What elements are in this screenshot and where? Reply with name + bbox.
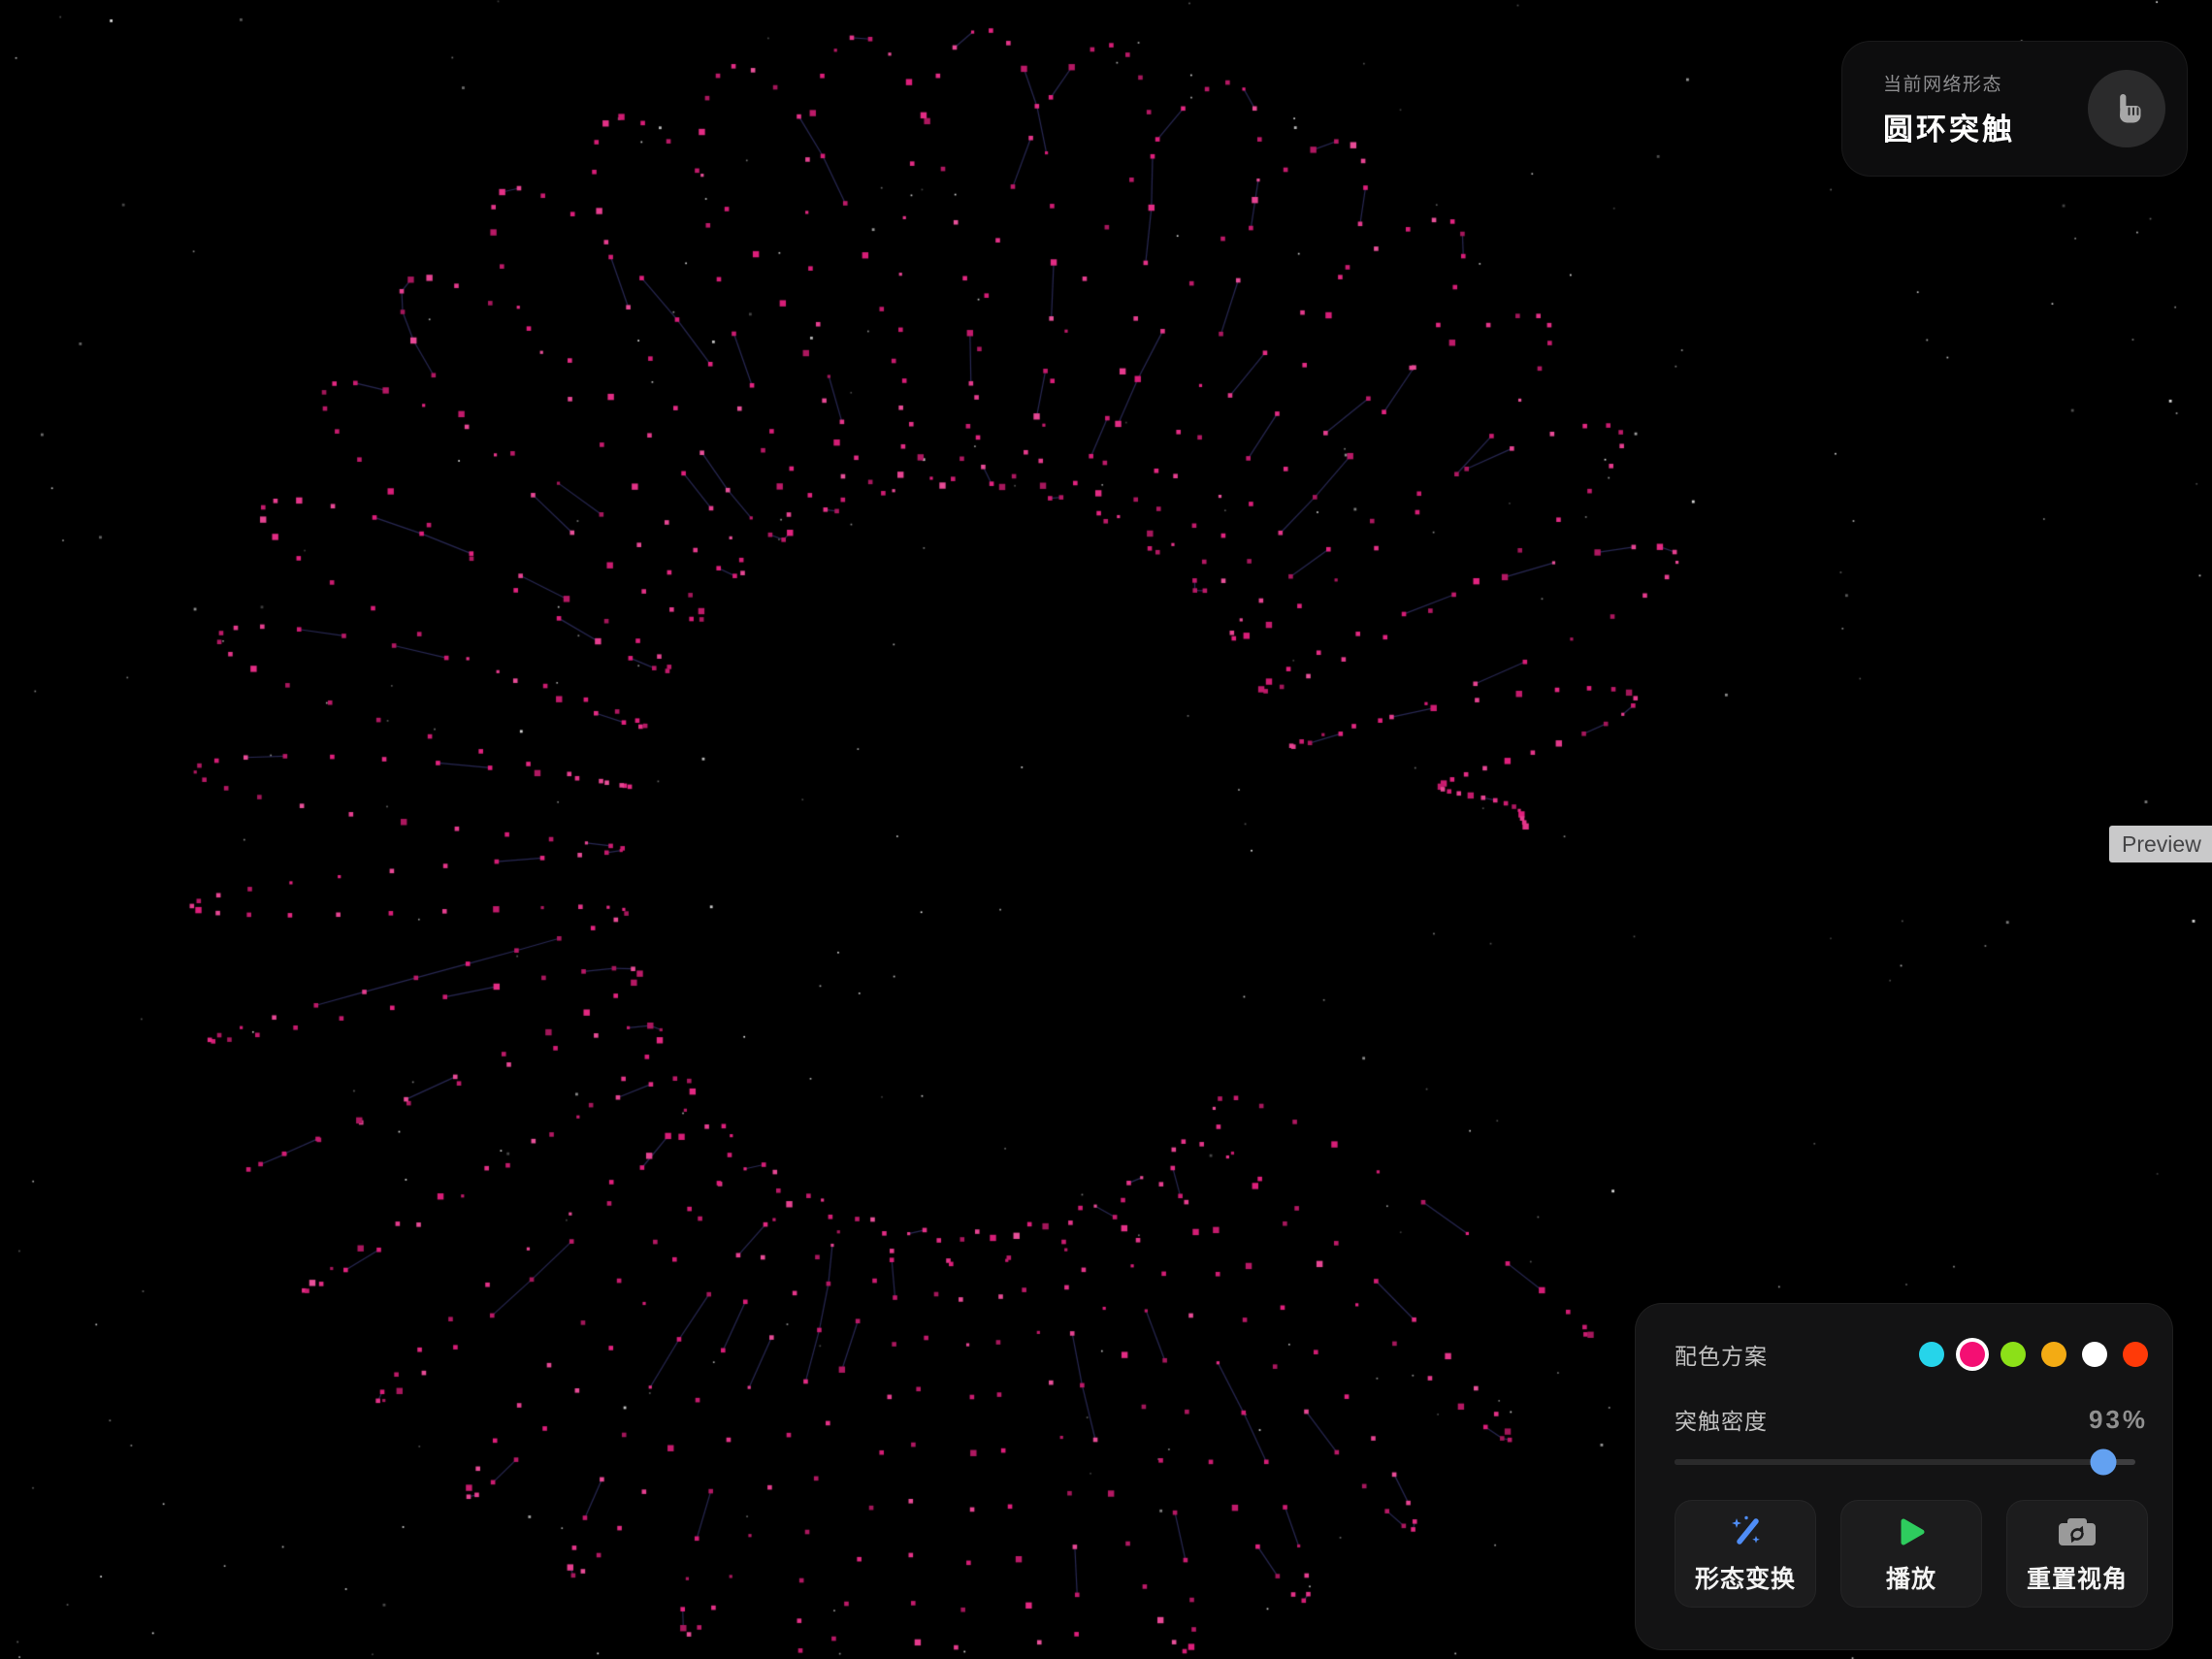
- color-swatch-lime[interactable]: [2001, 1342, 2026, 1367]
- color-scheme-label: 配色方案: [1675, 1338, 1768, 1371]
- density-slider[interactable]: [1675, 1448, 2135, 1475]
- color-swatch-amber[interactable]: [2041, 1342, 2066, 1367]
- network-shape-card: 当前网络形态 圆环突触: [1841, 41, 2188, 177]
- reset-view-button[interactable]: 重置视角: [2006, 1500, 2148, 1608]
- preview-badge: Preview: [2109, 826, 2212, 862]
- reset-view-button-label: 重置视角: [2027, 1560, 2128, 1595]
- play-button[interactable]: 播放: [1840, 1500, 1982, 1608]
- color-swatch-red[interactable]: [2123, 1342, 2148, 1367]
- pointer-hand-icon: [2107, 90, 2146, 127]
- play-button-label: 播放: [1886, 1560, 1936, 1595]
- color-swatch-pink[interactable]: [1960, 1342, 1985, 1367]
- preview-badge-label: Preview: [2122, 831, 2201, 858]
- morph-button-label: 形态变换: [1695, 1560, 1796, 1595]
- color-swatch-white[interactable]: [2082, 1342, 2107, 1367]
- shape-cycle-button[interactable]: [2088, 70, 2165, 147]
- morph-button[interactable]: 形态变换: [1675, 1500, 1816, 1608]
- action-button-row: 形态变换 播放 重置视角: [1675, 1500, 2148, 1608]
- density-slider-thumb[interactable]: [2090, 1448, 2116, 1475]
- density-slider-fill: [1675, 1459, 2103, 1465]
- density-value: 93%: [2089, 1405, 2148, 1435]
- play-icon: [1893, 1513, 1930, 1550]
- color-swatch-row: [1919, 1342, 2148, 1367]
- magic-wand-icon: [1726, 1513, 1765, 1550]
- density-label: 突触密度: [1675, 1403, 1768, 1436]
- network-shape-value: 圆环突触: [1883, 105, 2015, 148]
- camera-reset-icon: [2056, 1513, 2098, 1550]
- control-panel: 配色方案 突触密度 93% 形态变换: [1635, 1303, 2173, 1650]
- color-swatch-cyan[interactable]: [1919, 1342, 1944, 1367]
- network-shape-label: 当前网络形态: [1883, 70, 2015, 96]
